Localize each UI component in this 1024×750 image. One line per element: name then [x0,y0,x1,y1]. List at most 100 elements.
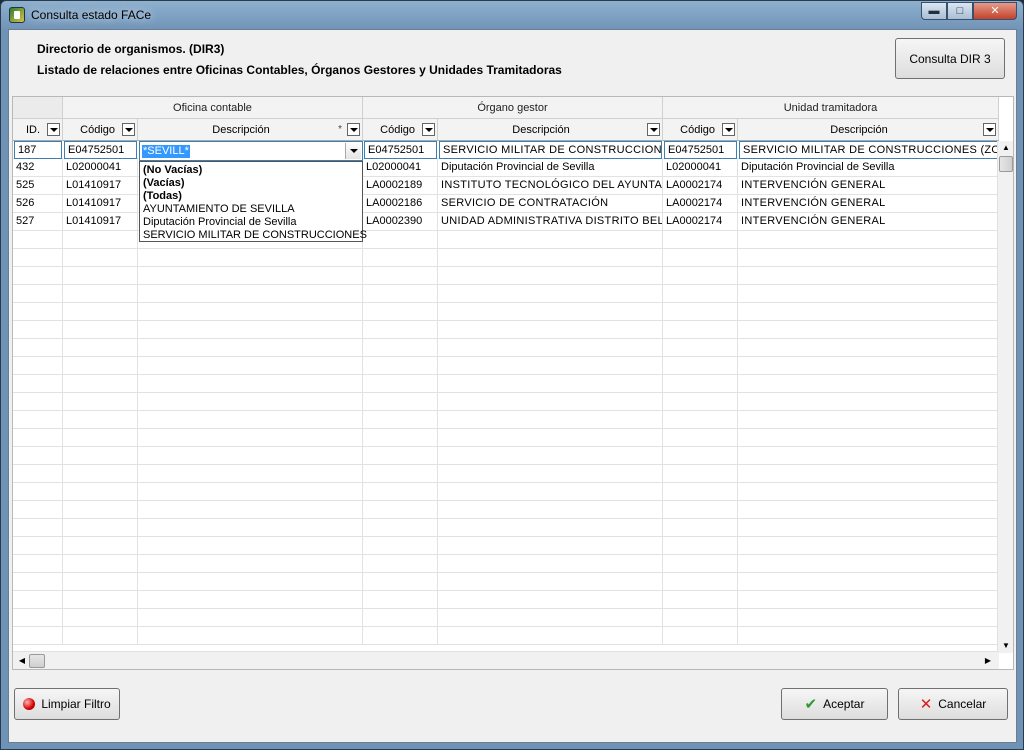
empty-cell [63,501,138,519]
empty-cell [63,627,138,645]
page-title: Directorio de organismos. (DIR3) [37,42,225,56]
cell-id: 526 [13,195,63,213]
horizontal-scroll-thumb[interactable] [29,654,45,668]
cell-ut-descripcion: INTERVENCIÓN GENERAL [738,213,999,231]
empty-cell [138,303,363,321]
dialog-client-area: Directorio de organismos. (DIR3) Listado… [8,29,1017,743]
column-header-ut-codigo[interactable]: Código [663,119,738,141]
consulta-dir3-button[interactable]: Consulta DIR 3 [895,38,1005,79]
empty-row [13,573,999,591]
check-icon: ✔ [804,696,818,713]
empty-cell [663,555,738,573]
vertical-scroll-thumb[interactable] [999,156,1013,172]
empty-row [13,249,999,267]
empty-row [13,393,999,411]
empty-cell [738,483,999,501]
title-bar[interactable]: Consulta estado FACe ▬ □ ✕ [1,1,1023,28]
column-header-ut-descripcion[interactable]: Descripción [738,119,999,141]
column-header-id[interactable]: ID. [13,119,63,141]
scroll-down-icon[interactable]: ▼ [999,639,1013,653]
empty-cell [138,375,363,393]
empty-cell [363,555,438,573]
empty-cell [438,501,663,519]
close-button[interactable]: ✕ [973,2,1017,20]
empty-cell [138,627,363,645]
empty-cell [13,537,63,555]
dropdown-option-diputacion-sevilla[interactable]: Diputación Provincial de Sevilla [140,216,362,229]
dropdown-option-servicio-militar[interactable]: SERVICIO MILITAR DE CONSTRUCCIONES [140,229,367,242]
column-header-oc-codigo[interactable]: Código [63,119,138,141]
empty-cell [438,303,663,321]
empty-cell [663,519,738,537]
oc-descripcion-filter-combo[interactable]: *SEVILL* [139,141,363,161]
filter-dropdown-icon[interactable] [983,123,996,136]
scroll-right-icon[interactable]: ▶ [981,654,995,668]
chevron-down-icon[interactable] [345,143,361,159]
dropdown-option-ayuntamiento-sevilla[interactable]: AYUNTAMIENTO DE SEVILLA [140,203,362,216]
cell-id: 525 [13,177,63,195]
minimize-button[interactable]: ▬ [921,2,947,20]
empty-cell [63,609,138,627]
cell-ut-descripcion: Diputación Provincial de Sevilla [738,159,999,177]
empty-cell [738,573,999,591]
filter-dropdown-icon[interactable] [422,123,435,136]
filter-og-codigo-input[interactable]: E04752501 [364,141,437,159]
empty-cell [663,321,738,339]
vertical-scrollbar[interactable]: ▲ ▼ [997,141,1013,653]
empty-cell [738,609,999,627]
dropdown-option-todas[interactable]: (Todas) [140,190,362,203]
scroll-left-icon[interactable]: ◀ [15,654,29,668]
empty-cell [13,231,63,249]
filter-dropdown-icon[interactable] [347,123,360,136]
empty-row [13,609,999,627]
empty-cell [438,285,663,303]
column-header-oc-descripcion[interactable]: Descripción * [138,119,363,141]
filter-id-input[interactable]: 187 [14,141,62,159]
filter-dropdown-icon[interactable] [647,123,660,136]
horizontal-scrollbar[interactable]: ◀ ▶ [13,651,999,669]
empty-cell [738,429,999,447]
filter-ut-codigo-input[interactable]: E04752501 [664,141,737,159]
dropdown-option-no-vacias[interactable]: (No Vacías) [140,164,362,177]
empty-row [13,555,999,573]
empty-cell [63,591,138,609]
empty-cell [13,339,63,357]
empty-cell [13,627,63,645]
empty-cell [363,573,438,591]
maximize-button[interactable]: □ [947,2,973,20]
empty-cell [663,339,738,357]
empty-cell [13,609,63,627]
filter-oc-codigo-input[interactable]: E04752501 [64,141,137,159]
filter-og-descripcion-input[interactable]: SERVICIO MILITAR DE CONSTRUCCIONES [439,141,662,159]
dropdown-option-vacias[interactable]: (Vacías) [140,177,362,190]
filter-dropdown-icon[interactable] [722,123,735,136]
band-organo-gestor: Órgano gestor [363,97,663,119]
empty-row [13,429,999,447]
filter-ut-descripcion-input[interactable]: SERVICIO MILITAR DE CONSTRUCCIONES (ZONA… [739,141,998,159]
empty-cell [13,393,63,411]
empty-cell [138,357,363,375]
empty-cell [13,573,63,591]
empty-cell [438,267,663,285]
empty-cell [438,483,663,501]
accept-button[interactable]: ✔ Aceptar [781,688,888,720]
filter-dropdown-icon[interactable] [47,123,60,136]
cancel-button[interactable]: ✕ Cancelar [898,688,1008,720]
clear-filter-button[interactable]: Limpiar Filtro [14,688,120,720]
empty-cell [138,249,363,267]
empty-cell [438,375,663,393]
empty-cell [13,555,63,573]
column-header-og-descripcion[interactable]: Descripción [438,119,663,141]
scroll-up-icon[interactable]: ▲ [999,141,1013,155]
empty-cell [438,411,663,429]
empty-cell [438,357,663,375]
filter-dropdown-icon[interactable] [122,123,135,136]
empty-cell [13,267,63,285]
empty-cell [13,411,63,429]
filter-text-selected[interactable]: *SEVILL* [142,145,190,158]
column-header-og-codigo[interactable]: Código [363,119,438,141]
empty-cell [663,591,738,609]
empty-cell [13,285,63,303]
empty-cell [13,501,63,519]
column-label: Descripción [512,124,570,136]
